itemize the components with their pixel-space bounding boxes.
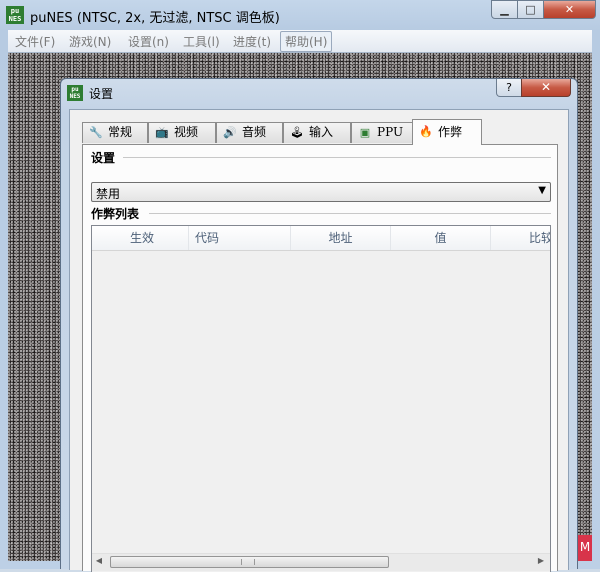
grip-icon: [241, 559, 255, 565]
tab-audio[interactable]: 🔊 音频: [216, 122, 283, 143]
flame-icon: 🔥: [419, 125, 433, 138]
joystick-icon: 🕹: [290, 126, 304, 139]
close-dialog-button[interactable]: ✕: [521, 79, 571, 97]
menu-tools[interactable]: 工具(l): [183, 33, 220, 50]
menu-settings[interactable]: 设置(n): [128, 33, 169, 50]
chip-icon: ▣: [359, 126, 371, 139]
tab-ppu[interactable]: ▣ PPU: [351, 122, 413, 143]
tab-cheats[interactable]: 🔥 作弊: [412, 119, 482, 145]
column-enabled[interactable]: 生效: [92, 226, 189, 250]
speaker-icon: 🔊: [223, 126, 237, 139]
tab-input[interactable]: 🕹 输入: [283, 122, 351, 143]
group-divider: [123, 157, 551, 158]
dialog-title: 设置: [89, 87, 114, 101]
column-address[interactable]: 地址: [291, 226, 391, 250]
background-window-edge: M: [578, 535, 592, 561]
tv-icon: 📺: [155, 126, 169, 139]
menu-file[interactable]: 文件(F): [15, 33, 55, 50]
group-divider: [149, 213, 551, 214]
tab-label: 视频: [174, 125, 199, 139]
menu-help[interactable]: 帮助(H): [280, 31, 333, 52]
tab-label: 输入: [309, 125, 334, 139]
tab-label: 音频: [242, 125, 267, 139]
scroll-left-icon[interactable]: ◀: [92, 556, 106, 565]
cheat-list-table[interactable]: 生效 代码 地址 值 比较 ◀ ▶: [91, 225, 551, 572]
tab-label: PPU: [377, 125, 404, 139]
tab-label: 作弊: [438, 125, 463, 139]
minimize-button[interactable]: ▁: [491, 0, 518, 19]
close-window-button[interactable]: ✕: [543, 0, 596, 19]
cheat-mode-select[interactable]: 禁用 ▼: [91, 182, 551, 202]
settings-group-title: 设置: [91, 149, 122, 166]
menu-game[interactable]: 游戏(N): [69, 33, 111, 50]
dialog-app-icon: pu NES: [67, 85, 83, 101]
maximize-button[interactable]: □: [517, 0, 544, 19]
column-compare[interactable]: 比较: [491, 226, 550, 250]
horizontal-scrollbar[interactable]: ◀ ▶: [92, 553, 550, 571]
tab-video[interactable]: 📺 视频: [148, 122, 216, 143]
wrench-icon: 🔧: [89, 126, 103, 139]
column-code[interactable]: 代码: [189, 226, 291, 250]
table-body-empty[interactable]: [92, 251, 550, 551]
column-value[interactable]: 值: [391, 226, 491, 250]
cheat-list-group-title: 作弊列表: [91, 205, 146, 222]
tab-label: 常规: [108, 125, 133, 139]
tab-general[interactable]: 🔧 常规: [82, 122, 148, 143]
cheats-tab-panel: 设置 禁用 ▼ 作弊列表 生效 代码 地址 值 比较 ◀ ▶: [82, 144, 558, 572]
dialog-body: 🔧 常规 📺 视频 🔊 音频 🕹 输入 ▣ PPU 🔥 作弊 设置 禁用 ▼ 作…: [69, 109, 569, 572]
table-header: 生效 代码 地址 值 比较: [92, 226, 550, 251]
main-titlebar[interactable]: pu NES puNES (NTSC, 2x, 无过滤, NTSC 调色板) ▁ …: [0, 0, 600, 30]
chevron-down-icon: ▼: [538, 185, 546, 196]
menu-bar: 文件(F) 游戏(N) 设置(n) 工具(l) 进度(t) 帮助(H): [8, 30, 592, 53]
punes-app-icon[interactable]: pu NES: [6, 6, 24, 24]
menu-state[interactable]: 进度(t): [233, 33, 271, 50]
window-title: puNES (NTSC, 2x, 无过滤, NTSC 调色板): [30, 11, 280, 26]
settings-dialog: pu NES 设置 ? ✕ 🔧 常规 📺 视频 🔊 音频 🕹 输入 ▣ PPU 🔥…: [60, 78, 578, 572]
scrollbar-thumb[interactable]: [110, 556, 389, 568]
cheat-mode-value: 禁用: [96, 187, 121, 201]
scroll-right-icon[interactable]: ▶: [534, 556, 548, 565]
help-button[interactable]: ?: [496, 79, 522, 97]
